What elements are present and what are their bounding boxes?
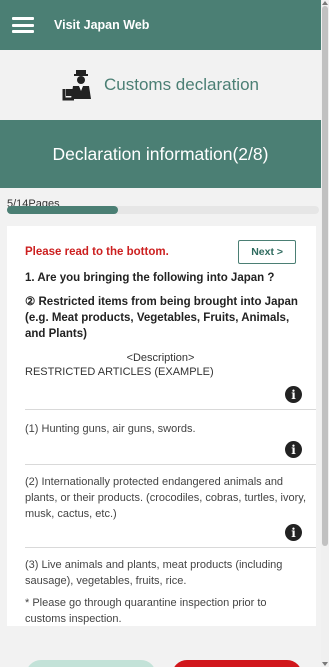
progress-bar (7, 206, 319, 214)
read-warning: Please read to the bottom. (25, 246, 169, 258)
question-text: 1. Are you bringing the following into J… (25, 272, 275, 284)
next-button[interactable]: Next > (238, 240, 296, 264)
customs-officer-icon (62, 70, 92, 101)
scroll-up-icon[interactable] (322, 1, 328, 5)
back-button[interactable] (26, 660, 156, 667)
divider (25, 464, 316, 465)
app-title: Visit Japan Web (54, 18, 150, 32)
section-header: Declaration information(2/8) (0, 120, 321, 188)
restricted-item: (2) Internationally protected endangered… (25, 476, 307, 520)
info-icon[interactable]: i (285, 441, 302, 458)
declaration-card: Please read to the bottom. Next > 1. Are… (7, 226, 316, 626)
restricted-item: (3) Live animals and plants, meat produc… (25, 559, 283, 587)
scroll-thumb[interactable] (322, 6, 328, 546)
customs-title: Customs declaration (104, 75, 259, 94)
info-icon[interactable]: i (285, 524, 302, 541)
divider (25, 409, 316, 410)
quarantine-note: * Please go through quarantine inspectio… (25, 597, 267, 625)
description-heading: <Description> (126, 352, 195, 364)
scrollbar[interactable] (321, 0, 329, 667)
app-screen: Visit Japan Web Customs declaration Decl… (0, 0, 321, 667)
progress-fill (7, 206, 119, 214)
restricted-item: (1) Hunting guns, air guns, swords. (25, 423, 196, 435)
info-icon[interactable]: i (285, 386, 302, 403)
section-title: Declaration information(2/8) (52, 143, 269, 164)
scroll-down-icon[interactable] (322, 662, 328, 666)
subquestion-text: ② Restricted items from being brought in… (25, 296, 298, 340)
divider (25, 547, 316, 548)
restricted-heading: RESTRICTED ARTICLES (EXAMPLE) (25, 366, 214, 378)
declare-button[interactable] (172, 660, 302, 667)
top-bar: Visit Japan Web (0, 0, 321, 50)
hamburger-icon[interactable] (12, 17, 34, 33)
customs-header: Customs declaration (0, 50, 321, 120)
